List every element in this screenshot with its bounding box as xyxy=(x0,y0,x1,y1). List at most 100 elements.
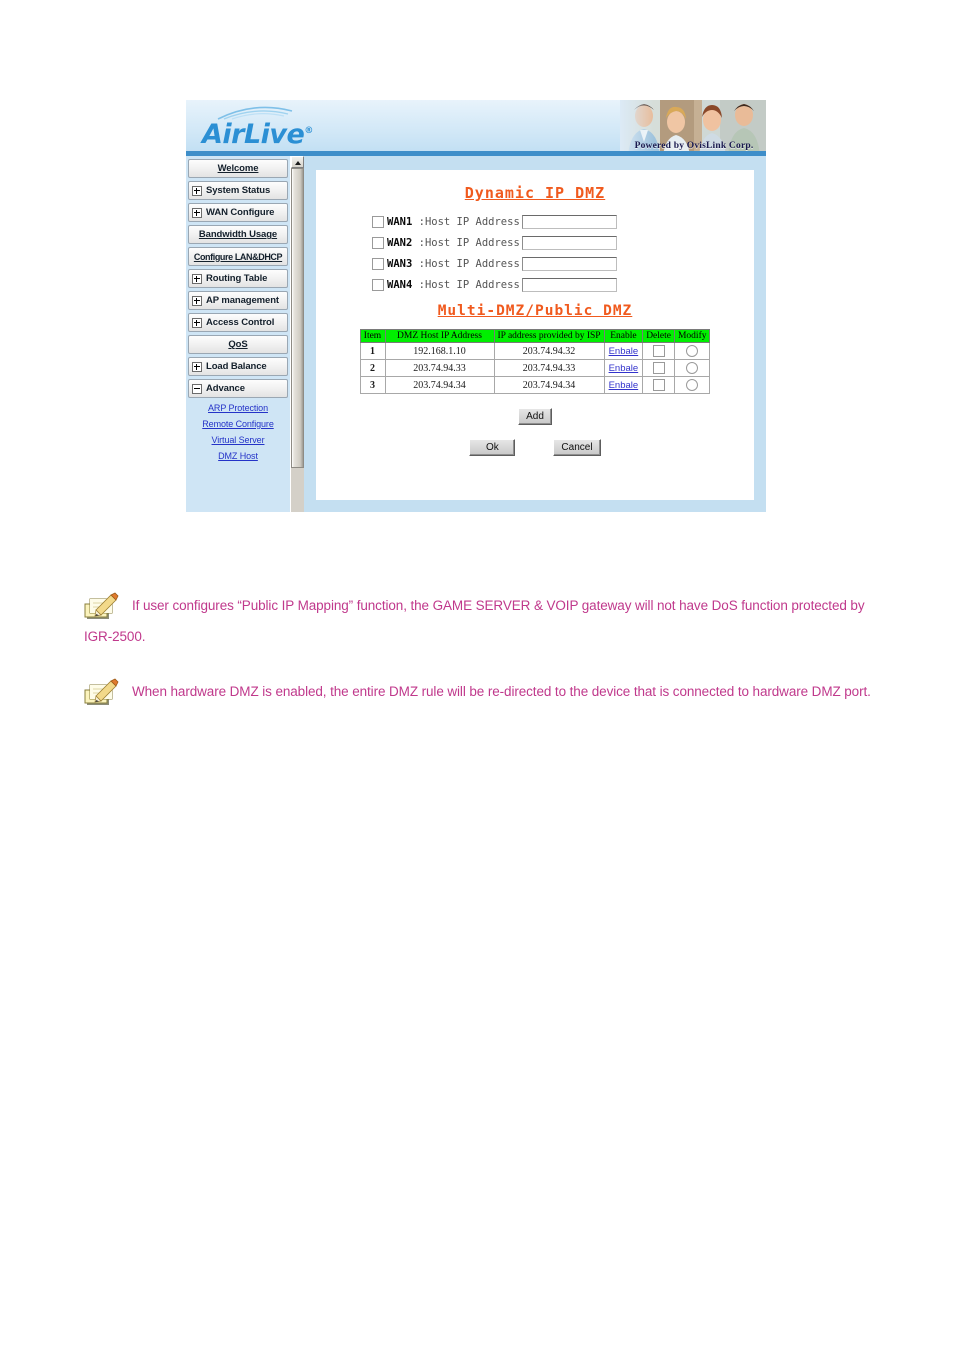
enable-link[interactable]: Enbale xyxy=(609,380,639,391)
sidebar-item-routing-table[interactable]: Routing Table xyxy=(188,269,288,288)
wan-dmz-list: WAN1 :Host IP Address WAN2 :Host IP Addre… xyxy=(316,214,754,292)
cell-isp-ip: 203.74.94.33 xyxy=(493,359,605,377)
ok-button[interactable]: Ok xyxy=(469,439,516,456)
dynamic-ip-dmz-heading: Dynamic IP DMZ xyxy=(464,184,606,202)
wan-dmz-row: WAN4 :Host IP Address xyxy=(372,277,754,292)
note-text: When hardware DMZ is enabled, the entire… xyxy=(132,684,871,699)
modify-radio[interactable] xyxy=(686,379,699,391)
expand-icon[interactable] xyxy=(192,185,202,196)
wan-name: WAN2 xyxy=(387,236,413,249)
banner-caption: Powered by OvisLink Corp. xyxy=(634,141,754,151)
dmz-table-container: Item DMZ Host IP Address IP address provid… xyxy=(316,329,754,394)
cell-dmz-host-ip: 203.74.94.34 xyxy=(384,376,495,394)
dmz-table-body: 1 192.168.1.10 203.74.94.32 Enbale 2 203.74.9… xyxy=(359,342,711,394)
note-text: If user configures “Public IP Mapping” f… xyxy=(84,598,865,644)
scroll-up-arrow-icon[interactable] xyxy=(291,156,304,168)
scrollbar-thumb[interactable] xyxy=(291,168,304,468)
sidebar-item-configure-lan-dhcp[interactable]: Configure LAN&DHCP xyxy=(188,247,288,266)
wan-enable-checkbox[interactable] xyxy=(372,257,384,270)
wan-enable-checkbox[interactable] xyxy=(372,278,384,291)
note-pencil-icon xyxy=(84,592,119,619)
modify-radio[interactable] xyxy=(686,362,699,374)
sidebar-item-access-control[interactable]: Access Control xyxy=(188,313,288,332)
table-column-header: DMZ Host IP Address xyxy=(384,329,495,343)
wan-field-caption: :Host IP Address xyxy=(412,236,520,249)
enable-link[interactable]: Enbale xyxy=(609,346,639,357)
delete-checkbox[interactable] xyxy=(652,379,665,391)
table-column-header: Item xyxy=(359,329,386,343)
cell-item: 3 xyxy=(359,376,386,394)
router-body: Welcome System Status WAN Configure Bandwid… xyxy=(186,156,766,512)
wan-dmz-row: WAN1 :Host IP Address xyxy=(372,214,754,229)
cell-enable: Enbale xyxy=(603,376,644,394)
dmz-rules-table: Item DMZ Host IP Address IP address provid… xyxy=(359,329,711,394)
note-block: If user configures “Public IP Mapping” f… xyxy=(84,590,884,652)
wan-host-ip-input[interactable] xyxy=(521,256,617,271)
wan-name: WAN1 xyxy=(387,215,413,228)
wan-host-ip-input[interactable] xyxy=(521,235,617,250)
sidebar-subitem-dmz-host[interactable]: DMZ Host xyxy=(186,451,290,461)
sidebar-subitem-arp-protection[interactable]: ARP Protection xyxy=(186,403,290,413)
sidebar-item-label: Load Balance xyxy=(206,361,267,372)
ok-cancel-button-row: Ok Cancel xyxy=(316,439,754,456)
delete-checkbox[interactable] xyxy=(652,345,665,357)
sidebar-item-label: Bandwidth Usage xyxy=(198,229,278,240)
add-button-row: Add xyxy=(316,408,754,425)
cell-delete xyxy=(642,359,675,377)
expand-icon[interactable] xyxy=(192,361,202,372)
add-button[interactable]: Add xyxy=(518,408,552,425)
note-block: When hardware DMZ is enabled, the entire… xyxy=(84,676,884,707)
delete-checkbox[interactable] xyxy=(652,362,665,374)
wan-label: WAN1 :Host IP Address xyxy=(387,216,520,228)
cell-enable: Enbale xyxy=(603,342,644,360)
router-admin-screenshot: AirLive® Powered by OvisLink Corp. Welco… xyxy=(186,100,766,512)
table-header-row: Item DMZ Host IP Address IP address provid… xyxy=(359,329,711,343)
expand-icon[interactable] xyxy=(192,295,202,306)
sidebar-item-label: Advance xyxy=(206,383,245,394)
collapse-icon[interactable] xyxy=(192,383,202,394)
expand-icon[interactable] xyxy=(192,317,202,328)
brand-wordmark: AirLive® xyxy=(202,116,313,150)
sidebar-item-label: Welcome xyxy=(217,163,259,174)
sidebar-scrollbar[interactable] xyxy=(290,156,304,512)
wan-host-ip-input[interactable] xyxy=(521,214,617,229)
sidebar-item-label: WAN Configure xyxy=(206,207,275,218)
wan-host-ip-input[interactable] xyxy=(521,277,617,292)
sidebar-item-bandwidth-usage[interactable]: Bandwidth Usage xyxy=(188,225,288,244)
table-column-header: Modify xyxy=(673,329,711,343)
expand-icon[interactable] xyxy=(192,273,202,284)
sidebar-item-label: Access Control xyxy=(206,317,275,328)
wan-enable-checkbox[interactable] xyxy=(372,215,384,228)
sidebar-nav: Welcome System Status WAN Configure Bandwid… xyxy=(186,156,290,512)
table-column-header: Delete xyxy=(642,329,675,343)
brand-registered-mark: ® xyxy=(304,126,313,136)
sidebar-item-label: AP management xyxy=(206,295,279,306)
sidebar-item-wan-configure[interactable]: WAN Configure xyxy=(188,203,288,222)
cell-modify xyxy=(673,342,711,360)
cell-dmz-host-ip: 203.74.94.33 xyxy=(384,359,495,377)
wan-field-caption: :Host IP Address xyxy=(412,257,520,270)
note-pencil-icon xyxy=(84,678,119,705)
dmz-settings-card: Dynamic IP DMZ WAN1 :Host IP Address WAN2… xyxy=(316,170,754,500)
sidebar-item-welcome[interactable]: Welcome xyxy=(188,159,288,178)
wan-label: WAN3 :Host IP Address xyxy=(387,258,520,270)
sidebar-subitem-remote-configure[interactable]: Remote Configure xyxy=(186,419,290,429)
cancel-button[interactable]: Cancel xyxy=(553,439,601,456)
enable-link[interactable]: Enbale xyxy=(609,363,639,374)
wan-field-caption: :Host IP Address xyxy=(412,215,520,228)
sidebar-item-qos[interactable]: QoS xyxy=(188,335,288,354)
cell-enable: Enbale xyxy=(603,359,644,377)
wan-label: WAN2 :Host IP Address xyxy=(387,237,520,249)
sidebar-item-ap-management[interactable]: AP management xyxy=(188,291,288,310)
sidebar-subitem-virtual-server[interactable]: Virtual Server xyxy=(186,435,290,445)
sidebar-item-label: Routing Table xyxy=(206,273,268,284)
sidebar-item-system-status[interactable]: System Status xyxy=(188,181,288,200)
cell-item: 2 xyxy=(359,359,386,377)
expand-icon[interactable] xyxy=(192,207,202,218)
wan-enable-checkbox[interactable] xyxy=(372,236,384,249)
sidebar-item-load-balance[interactable]: Load Balance xyxy=(188,357,288,376)
sidebar-item-advance[interactable]: Advance xyxy=(188,379,288,398)
modify-radio[interactable] xyxy=(686,345,699,357)
airlive-logo: AirLive® xyxy=(198,104,368,152)
wan-field-caption: :Host IP Address xyxy=(412,278,520,291)
